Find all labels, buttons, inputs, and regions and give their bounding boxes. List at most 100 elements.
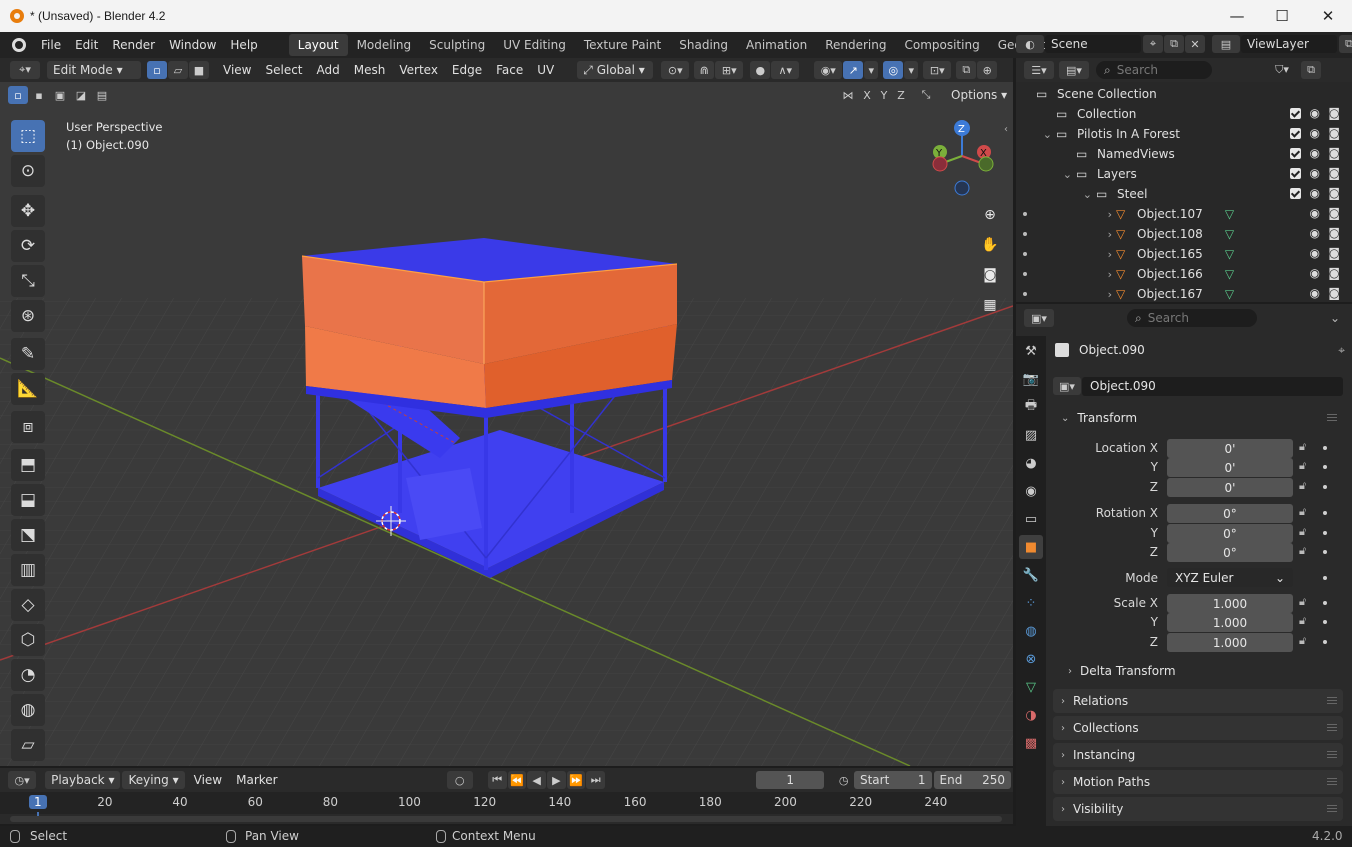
- panel-relations[interactable]: › Relations: [1053, 689, 1343, 713]
- keyframe-dot-icon[interactable]: [1323, 601, 1327, 605]
- knife-tool-icon[interactable]: ◇: [11, 589, 45, 621]
- shading-wireframe-icon[interactable]: ⊕: [977, 61, 998, 79]
- gizmo-toggle-icon[interactable]: ↗: [843, 61, 864, 79]
- keyframe-dot-icon[interactable]: [1323, 640, 1327, 644]
- data-tab-icon[interactable]: ▽: [1019, 675, 1043, 699]
- pan-hand-icon[interactable]: ✋: [977, 232, 1003, 258]
- output-tab-icon[interactable]: 🖶: [1019, 395, 1043, 419]
- smooth-tool-icon[interactable]: ◍: [11, 694, 45, 726]
- render-tab-icon[interactable]: 📷: [1019, 367, 1043, 391]
- navigation-gizmo[interactable]: Z Y X: [926, 118, 1002, 198]
- scene-tab-icon[interactable]: ◕: [1019, 451, 1043, 475]
- proportional-edit-icon[interactable]: ●: [750, 61, 771, 79]
- jump-start-icon[interactable]: ⏮: [487, 771, 507, 789]
- jump-end-icon[interactable]: ⏭: [586, 771, 606, 789]
- menu-add[interactable]: Add: [310, 63, 347, 77]
- keying-menu[interactable]: Keying ▾: [122, 771, 185, 789]
- vertex-select-icon[interactable]: ▫: [147, 61, 167, 79]
- rotation-y-field[interactable]: 0°: [1167, 524, 1293, 543]
- tab-layout[interactable]: Layout: [288, 34, 348, 56]
- camera-icon[interactable]: ◙: [1328, 286, 1340, 300]
- expand-arrow-icon[interactable]: ›: [1016, 208, 1116, 221]
- location-y-field[interactable]: 0': [1167, 458, 1293, 477]
- tab-compositing[interactable]: Compositing: [895, 34, 988, 56]
- keyframe-dot-icon[interactable]: [1323, 620, 1327, 624]
- view-layer-tab-icon[interactable]: ▨: [1019, 423, 1043, 447]
- lock-icon[interactable]: 🔓︎: [1299, 459, 1306, 473]
- world-tab-icon[interactable]: ◉: [1019, 479, 1043, 503]
- keyframe-dot-icon[interactable]: [1323, 550, 1327, 554]
- pivot-point-icon[interactable]: ⊙▾: [661, 61, 690, 79]
- exclude-checkbox[interactable]: [1290, 168, 1301, 179]
- scale-y-field[interactable]: 1.000: [1167, 613, 1293, 632]
- eye-icon[interactable]: ◉: [1310, 286, 1320, 300]
- lock-icon[interactable]: 🔓︎: [1299, 544, 1306, 558]
- menu-view[interactable]: View: [216, 63, 258, 77]
- maximize-button[interactable]: ☐: [1259, 0, 1305, 32]
- mesh-data-icon[interactable]: ▽: [1225, 247, 1234, 261]
- mirror-y-toggle[interactable]: Y: [876, 86, 892, 104]
- rotate-tool-icon[interactable]: ⟳: [11, 230, 45, 262]
- record-icon[interactable]: ○: [446, 771, 473, 789]
- drag-grip-icon[interactable]: [1327, 778, 1337, 786]
- edge-select-icon[interactable]: ▱: [168, 61, 188, 79]
- menu-edge[interactable]: Edge: [445, 63, 489, 77]
- menu-vertex[interactable]: Vertex: [392, 63, 445, 77]
- camera-icon[interactable]: ◙: [1328, 206, 1340, 220]
- transform-panel-header[interactable]: ⌄ Transform: [1053, 406, 1343, 430]
- object-name-field[interactable]: Object.090: [1082, 376, 1343, 396]
- visibility-icon[interactable]: ◉▾: [814, 61, 843, 79]
- camera-icon[interactable]: ◙: [1328, 146, 1340, 160]
- inset-tool-icon[interactable]: ⬓: [11, 484, 45, 516]
- frame-ruler[interactable]: 1 20 40 60 80 100 120 140 160 180 200 220 240: [0, 792, 1013, 822]
- jump-keyframe-forward-icon[interactable]: ⏩: [566, 771, 586, 789]
- extrude-tool-icon[interactable]: ⬒: [11, 449, 45, 481]
- ortho-grid-icon[interactable]: ▦: [977, 292, 1003, 318]
- pin-scene-icon[interactable]: ⌖: [1143, 35, 1163, 53]
- menu-edit[interactable]: Edit: [68, 38, 105, 52]
- camera-icon[interactable]: ◙: [1328, 186, 1340, 200]
- expand-arrow-icon[interactable]: ›: [1016, 288, 1116, 301]
- mesh-data-icon[interactable]: ▽: [1225, 227, 1234, 241]
- mode-dropdown[interactable]: Edit Mode ▾: [47, 61, 141, 79]
- outliner-row[interactable]: ▭ Collection ◉ ◙: [1016, 104, 1352, 124]
- select-box-tool-icon[interactable]: ⬚: [11, 120, 45, 152]
- play-icon[interactable]: ▶: [546, 771, 566, 789]
- new-scene-icon[interactable]: ⧉: [1164, 35, 1184, 53]
- outliner-row[interactable]: › ▽ Object.167 ▽ ◉ ◙: [1016, 284, 1352, 304]
- properties-search[interactable]: ⌕ Search: [1127, 309, 1257, 327]
- panel-instancing[interactable]: › Instancing: [1053, 743, 1343, 767]
- keyframe-dot-icon[interactable]: [1323, 465, 1327, 469]
- material-tab-icon[interactable]: ◑: [1019, 703, 1043, 727]
- new-collection-icon[interactable]: ⧉: [1301, 61, 1321, 79]
- modifier-tab-icon[interactable]: 🔧: [1019, 563, 1043, 587]
- tab-animation[interactable]: Animation: [737, 34, 816, 56]
- rotation-mode-dropdown[interactable]: XYZ Euler ⌄: [1167, 568, 1293, 587]
- scene-selector-icon[interactable]: ◐: [1016, 35, 1044, 53]
- jump-keyframe-back-icon[interactable]: ⏪: [507, 771, 527, 789]
- outliner-row[interactable]: ⌄ ▭ Layers ◉ ◙: [1016, 164, 1352, 184]
- lock-icon[interactable]: 🔓︎: [1299, 634, 1306, 648]
- end-frame-field[interactable]: End 250: [933, 771, 1012, 789]
- poly-build-tool-icon[interactable]: ⬡: [11, 624, 45, 656]
- outliner-row[interactable]: ⌄ ▭ Pilotis In A Forest ◉ ◙: [1016, 124, 1352, 144]
- tool-tab-icon[interactable]: ⚒: [1019, 339, 1043, 363]
- menu-face[interactable]: Face: [489, 63, 530, 77]
- exclude-checkbox[interactable]: [1290, 188, 1301, 199]
- eye-icon[interactable]: ◉: [1310, 226, 1320, 240]
- outliner-search[interactable]: ⌕ Search: [1096, 61, 1212, 79]
- expand-arrow-icon[interactable]: ›: [1016, 228, 1116, 241]
- eye-icon[interactable]: ◉: [1310, 186, 1320, 200]
- close-button[interactable]: ✕: [1305, 0, 1351, 32]
- exclude-checkbox[interactable]: [1290, 148, 1301, 159]
- eye-icon[interactable]: ◉: [1310, 206, 1320, 220]
- minimize-button[interactable]: —: [1214, 0, 1260, 32]
- object-tab-icon[interactable]: ■: [1019, 535, 1043, 559]
- rotation-z-field[interactable]: 0°: [1167, 543, 1293, 562]
- transform-orientation-dropdown[interactable]: ⤢ Global ▾: [577, 61, 654, 79]
- snap-icon[interactable]: ⋒: [694, 61, 715, 79]
- keyframe-dot-icon[interactable]: [1323, 531, 1327, 535]
- 3d-viewport[interactable]: ⌖▾ Edit Mode ▾ ▫ ▱ ■ View Select Add Mes…: [0, 58, 1013, 766]
- loop-cut-tool-icon[interactable]: ▥: [11, 554, 45, 586]
- view-layer-field[interactable]: ViewLayer: [1241, 35, 1337, 53]
